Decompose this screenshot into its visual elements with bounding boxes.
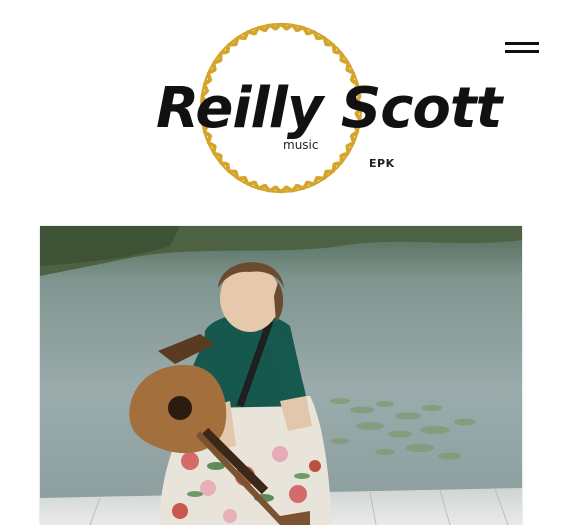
menu-bar: [505, 50, 539, 53]
logo-name: Reilly Scott: [156, 76, 502, 141]
logo-epk-tag: EPK: [369, 157, 395, 170]
hero-photo-image: [40, 226, 522, 525]
site-logo[interactable]: Reilly Scott music EPK: [150, 20, 502, 200]
hero-photo: [40, 226, 522, 525]
page: Reilly Scott music EPK: [0, 0, 568, 525]
menu-bar: [505, 42, 539, 45]
logo-subtitle: music: [283, 138, 319, 152]
hamburger-menu-icon[interactable]: [503, 38, 541, 66]
